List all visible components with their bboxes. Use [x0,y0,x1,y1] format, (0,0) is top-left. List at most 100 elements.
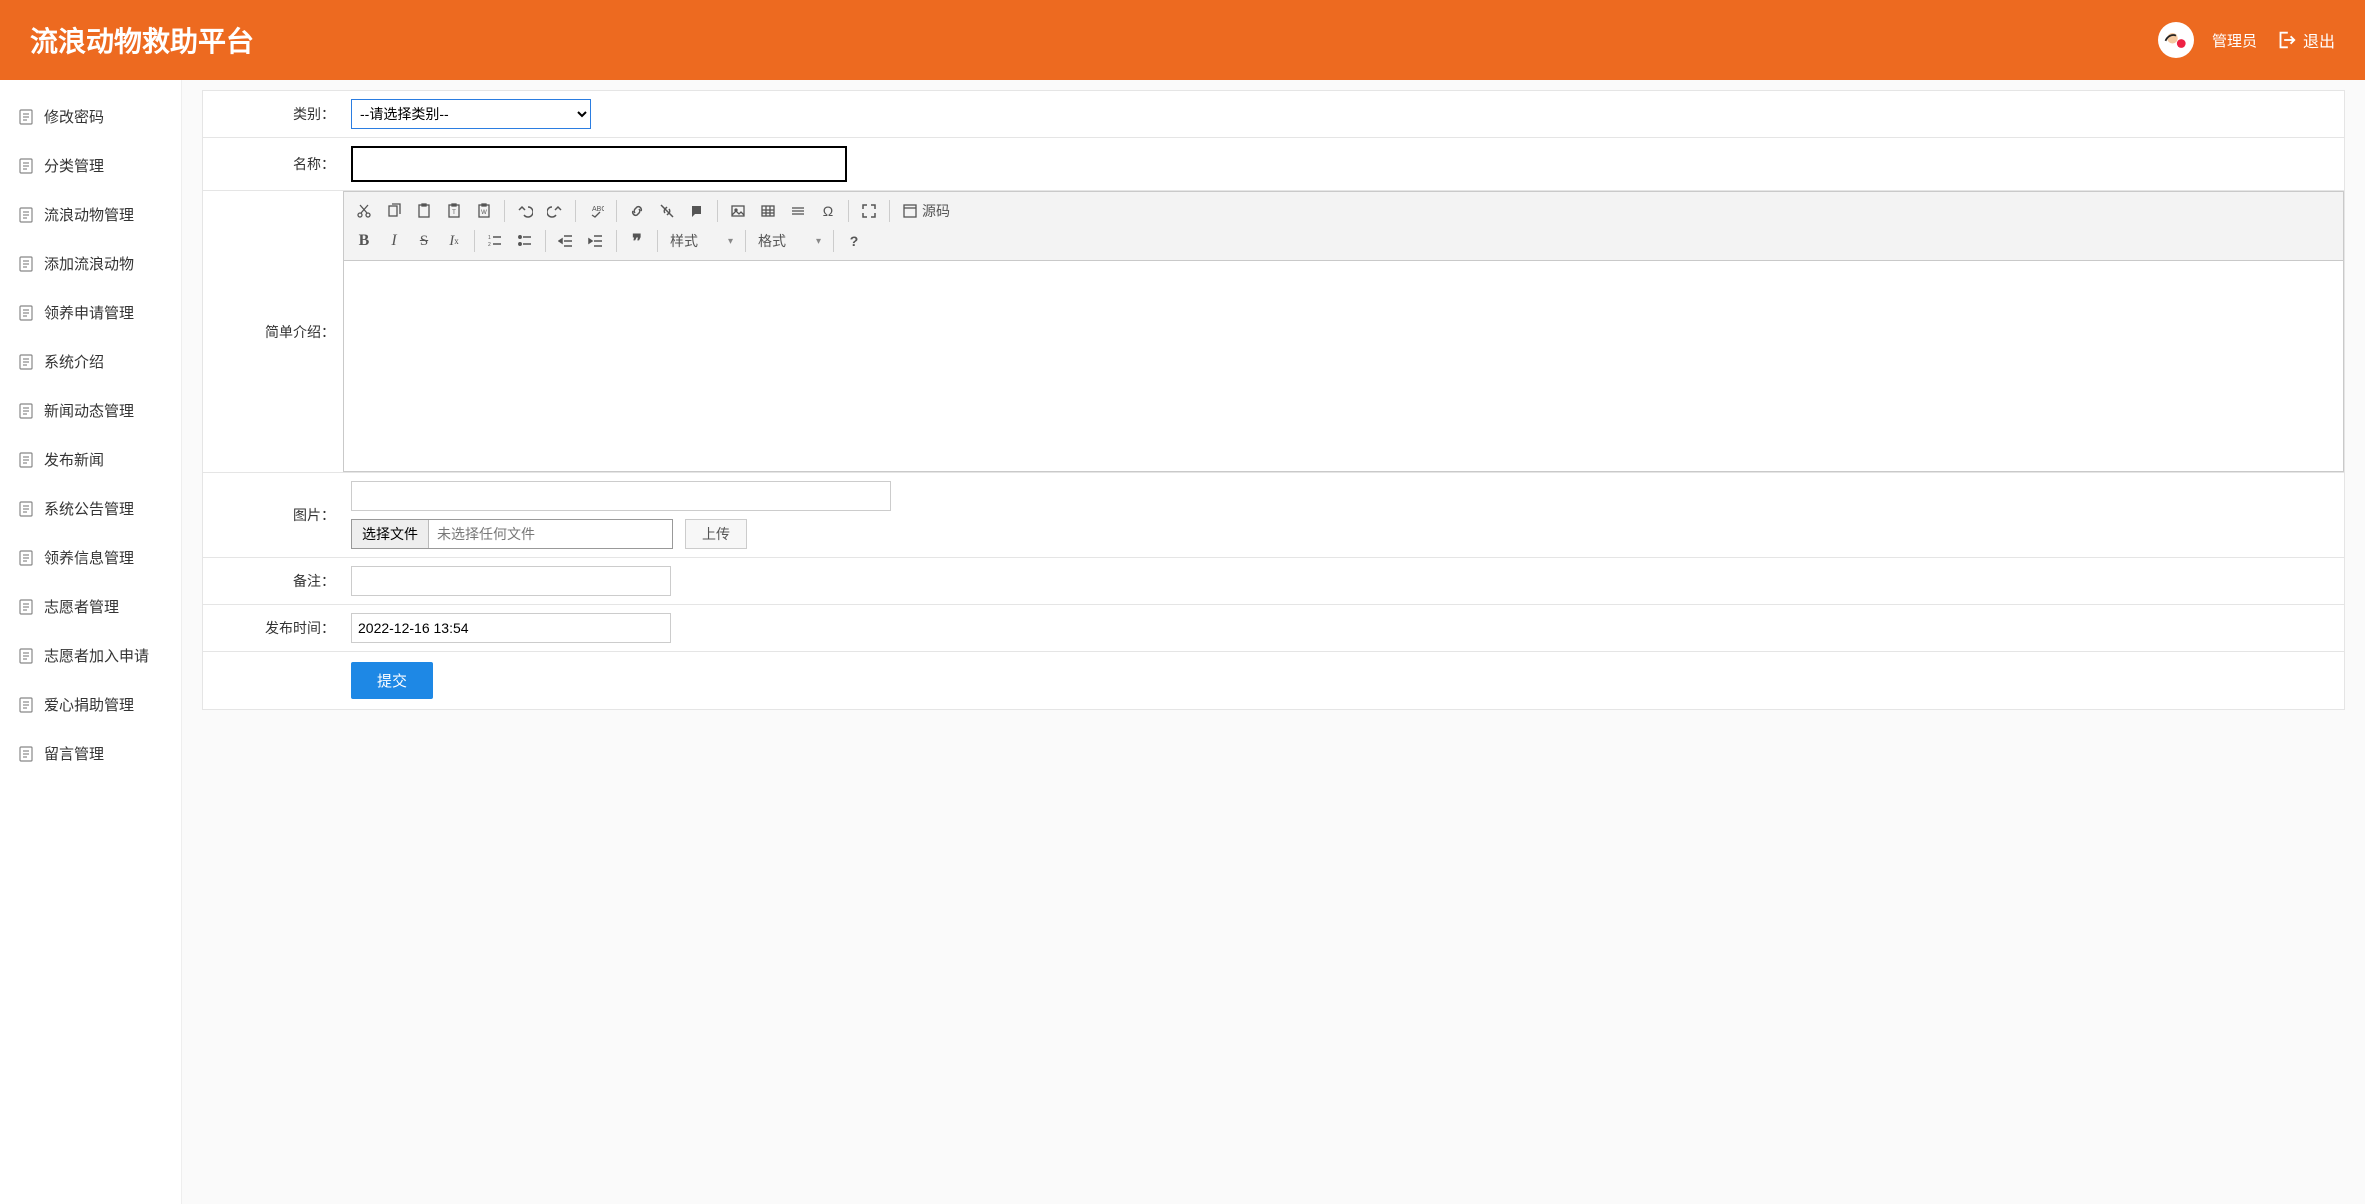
redo-icon[interactable] [541,198,569,224]
sidebar-item-label: 系统介绍 [44,351,104,372]
form: 类别： --请选择类别-- 名称： 简单介绍： [202,90,2345,710]
document-icon [18,403,34,419]
name-input[interactable] [351,146,847,182]
source-button[interactable]: 源码 [896,198,956,224]
separator-icon [616,230,617,252]
cut-icon[interactable] [350,198,378,224]
row-remark: 备注： [203,558,2344,605]
header: 流浪动物救助平台 管理员 退出 [0,0,2365,80]
file-chooser[interactable]: 选择文件 未选择任何文件 [351,519,673,549]
document-icon [18,697,34,713]
submit-button[interactable]: 提交 [351,662,433,699]
choose-file-button[interactable]: 选择文件 [352,520,429,548]
special-char-icon[interactable]: Ω [814,198,842,224]
row-submit: 提交 [203,652,2344,709]
publish-time-input[interactable] [351,613,671,643]
sidebar-item-label: 流浪动物管理 [44,204,134,225]
document-icon [18,109,34,125]
upload-button[interactable]: 上传 [685,519,747,549]
sidebar-item-adopt-info[interactable]: 领养信息管理 [0,533,181,582]
document-icon [18,354,34,370]
undo-icon[interactable] [511,198,539,224]
separator-icon [616,200,617,222]
remark-label: 备注： [203,558,343,604]
remark-input[interactable] [351,566,671,596]
row-image: 图片： 选择文件 未选择任何文件 上传 [203,473,2344,558]
document-icon [18,452,34,468]
indent-icon[interactable] [582,228,610,254]
paste-word-icon[interactable]: W [470,198,498,224]
sidebar-item-label: 修改密码 [44,106,104,127]
sidebar-item-news-mgmt[interactable]: 新闻动态管理 [0,386,181,435]
image-label: 图片： [203,473,343,557]
blockquote-icon[interactable]: ❞ [623,228,651,254]
separator-icon [889,200,890,222]
bulleted-list-icon[interactable] [511,228,539,254]
chevron-down-icon: ▾ [816,236,821,247]
sidebar-item-volunteer-apply[interactable]: 志愿者加入申请 [0,631,181,680]
anchor-icon[interactable] [683,198,711,224]
avatar[interactable] [2158,22,2194,58]
link-icon[interactable] [623,198,651,224]
sidebar-item-message[interactable]: 留言管理 [0,729,181,778]
svg-text:1: 1 [488,235,491,241]
paste-icon[interactable] [410,198,438,224]
document-icon [18,599,34,615]
sidebar-item-change-password[interactable]: 修改密码 [0,92,181,141]
logout-icon [2275,29,2297,51]
main-content: 类别： --请选择类别-- 名称： 简单介绍： [182,80,2365,1204]
category-select[interactable]: --请选择类别-- [351,99,591,129]
bold-icon[interactable]: B [350,228,378,254]
sidebar-item-volunteer[interactable]: 志愿者管理 [0,582,181,631]
sidebar-item-label: 爱心捐助管理 [44,694,134,715]
row-publish-time: 发布时间： [203,605,2344,652]
numbered-list-icon[interactable]: 12 [481,228,509,254]
document-icon [18,256,34,272]
unlink-icon[interactable] [653,198,681,224]
document-icon [18,648,34,664]
spellcheck-icon[interactable]: ABC [582,198,610,224]
help-icon[interactable]: ? [840,228,868,254]
category-label: 类别： [203,91,343,137]
separator-icon [833,230,834,252]
format-dropdown[interactable]: 格式 ▾ [752,228,827,254]
app-title: 流浪动物救助平台 [30,20,254,60]
sidebar-item-donation[interactable]: 爱心捐助管理 [0,680,181,729]
maximize-icon[interactable] [855,198,883,224]
sidebar-item-label: 分类管理 [44,155,104,176]
sidebar-item-announcement[interactable]: 系统公告管理 [0,484,181,533]
italic-icon[interactable]: I [380,228,408,254]
hr-icon[interactable] [784,198,812,224]
document-icon [18,550,34,566]
svg-text:2: 2 [488,242,491,248]
image-path-input[interactable] [351,481,891,511]
sidebar-item-stray-mgmt[interactable]: 流浪动物管理 [0,190,181,239]
sidebar-item-add-stray[interactable]: 添加流浪动物 [0,239,181,288]
sidebar-item-publish-news[interactable]: 发布新闻 [0,435,181,484]
separator-icon [848,200,849,222]
row-name: 名称： [203,138,2344,191]
logout-label: 退出 [2303,28,2335,52]
sidebar-item-label: 领养申请管理 [44,302,134,323]
sidebar-item-category[interactable]: 分类管理 [0,141,181,190]
document-icon [18,305,34,321]
separator-icon [657,230,658,252]
copy-icon[interactable] [380,198,408,224]
rte-content-area[interactable] [344,261,2343,471]
paste-text-icon[interactable]: T [440,198,468,224]
sidebar-item-label: 领养信息管理 [44,547,134,568]
svg-text:ABC: ABC [592,206,604,213]
table-icon[interactable] [754,198,782,224]
style-dropdown[interactable]: 样式 ▾ [664,228,739,254]
image-icon[interactable] [724,198,752,224]
outdent-icon[interactable] [552,228,580,254]
sidebar-item-adopt-apply[interactable]: 领养申请管理 [0,288,181,337]
document-icon [18,207,34,223]
sidebar-item-label: 志愿者加入申请 [44,645,149,666]
svg-text:T: T [452,210,456,216]
remove-format-icon[interactable]: Ix [440,228,468,254]
logout-button[interactable]: 退出 [2275,28,2335,52]
rich-text-editor: T W ABC [343,191,2344,472]
sidebar-item-system-intro[interactable]: 系统介绍 [0,337,181,386]
strike-icon[interactable]: S [410,228,438,254]
